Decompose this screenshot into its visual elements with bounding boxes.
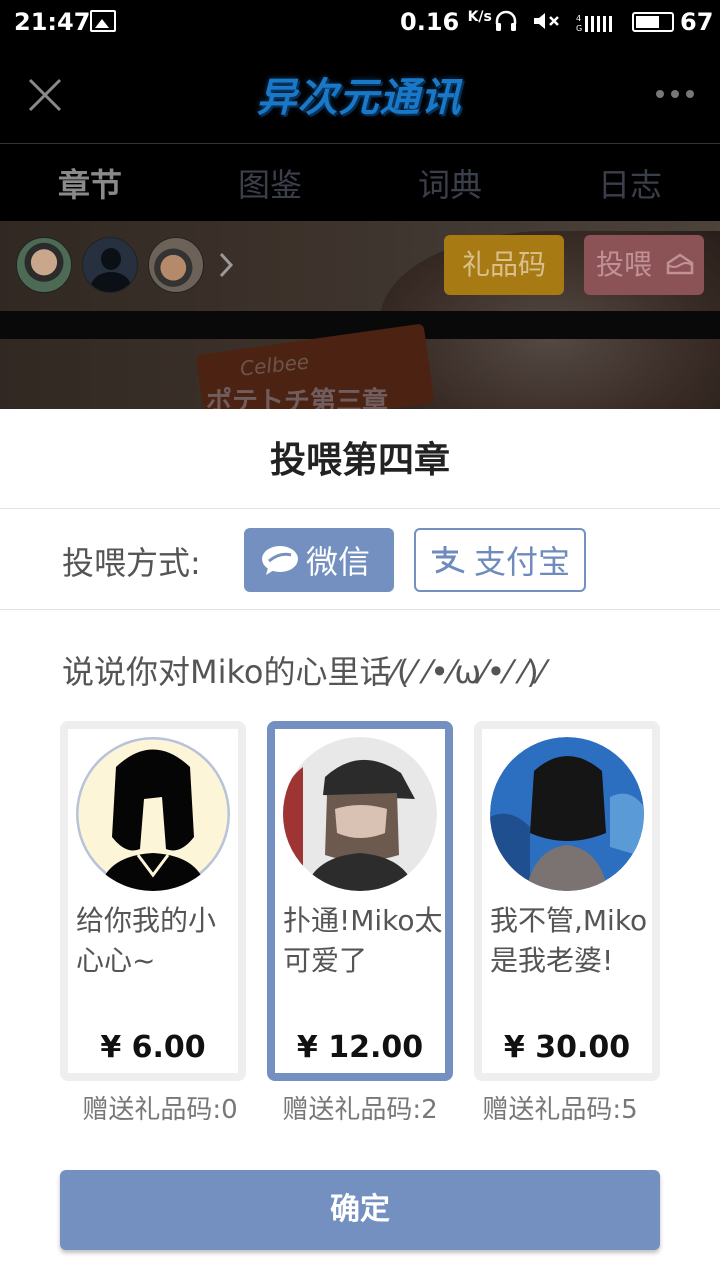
avatar[interactable] [16, 237, 72, 293]
wechat-pay-label: 微信 [306, 543, 371, 581]
option-caption: 我不管,Miko是我老婆! [490, 904, 648, 977]
avatar[interactable] [148, 237, 204, 293]
option-avatar [283, 737, 437, 891]
payment-method-label: 投喂方式: [62, 544, 201, 582]
alipay-label: 支付宝 [474, 543, 571, 581]
feed-sheet: 投喂第四章 投喂方式: 微信 支付宝 说说你对Miko的心里话⁄(⁄ ⁄•⁄ω⁄… [0, 409, 720, 1280]
image-icon [90, 10, 116, 32]
tab-dictionary[interactable]: 词典 [360, 145, 540, 221]
network-speed-value: 0.16 [400, 8, 460, 36]
signal-icon: 4 G [576, 14, 612, 32]
close-icon[interactable] [22, 72, 68, 118]
supporter-list[interactable] [16, 237, 238, 293]
alipay-icon [432, 546, 465, 574]
network-speed-unit: K/s [467, 9, 492, 25]
option-bonus: 赠送礼品码:5 [482, 1095, 638, 1125]
price-option-card[interactable]: 我不管,Miko是我老婆! ¥ 30.00 [474, 721, 660, 1081]
wechat-icon [262, 546, 298, 575]
option-bonus: 赠送礼品码:0 [82, 1095, 238, 1125]
wechat-pay-button[interactable]: 微信 [244, 528, 394, 592]
app-logo: 异次元通讯 [256, 75, 462, 121]
gift-code-button[interactable]: 礼品码 [444, 235, 564, 295]
status-time: 21:47 [14, 8, 91, 36]
price-option-card[interactable]: 扑通!Miko太可爱了 ¥ 12.00 [267, 721, 453, 1081]
option-price: ¥ 30.00 [503, 1030, 631, 1065]
option-avatar [490, 737, 644, 891]
battery-fill [636, 16, 659, 28]
option-caption: 扑通!Miko太可爱了 [283, 904, 443, 977]
option-caption: 给你我的小心心~ [76, 904, 217, 977]
cake-icon [666, 253, 694, 275]
alipay-button[interactable]: 支付宝 [414, 528, 586, 592]
status-bar: 21:47 0.16 K/s 4 G 67 [0, 0, 720, 44]
mute-icon [534, 13, 559, 29]
headphones-icon [495, 10, 517, 31]
feed-button-label: 投喂 [596, 248, 653, 281]
network-speed: 0.16 K/s [400, 8, 492, 36]
battery-level: 67 [680, 8, 714, 36]
chevron-right-icon[interactable] [214, 250, 238, 280]
message-text: 说说你对Miko的心里话⁄(⁄ ⁄•⁄ω⁄•⁄ ⁄)⁄ [62, 653, 545, 691]
feed-button[interactable]: 投喂 [584, 235, 704, 295]
svg-text:4: 4 [576, 14, 581, 23]
tab-bar: 章节 图鉴 词典 日志 [0, 145, 720, 221]
battery-icon [632, 12, 674, 32]
tab-log[interactable]: 日志 [540, 145, 720, 221]
price-option-card[interactable]: 给你我的小心心~ ¥ 6.00 [60, 721, 246, 1081]
avatar[interactable] [82, 237, 138, 293]
top-nav-bar: 异次元通讯 [0, 44, 720, 144]
sheet-title: 投喂第四章 [0, 409, 720, 509]
tab-gallery[interactable]: 图鉴 [180, 145, 360, 221]
option-price: ¥ 6.00 [100, 1030, 206, 1065]
confirm-button[interactable]: 确定 [60, 1170, 660, 1250]
payment-method-row: 投喂方式: 微信 支付宝 [0, 510, 720, 610]
svg-text:G: G [576, 24, 582, 32]
price-option-list: 给你我的小心心~ ¥ 6.00 扑通!Miko太可爱了 ¥ 12.00 我不管,… [60, 721, 660, 1081]
chapter-banner: Celbee ポテトチ第三章 礼品码 投喂 [0, 221, 720, 409]
tab-chapters[interactable]: 章节 [0, 145, 180, 221]
more-icon[interactable] [650, 82, 700, 106]
option-avatar [76, 737, 230, 891]
option-bonus: 赠送礼品码:2 [282, 1095, 438, 1125]
option-price: ¥ 12.00 [296, 1030, 424, 1065]
